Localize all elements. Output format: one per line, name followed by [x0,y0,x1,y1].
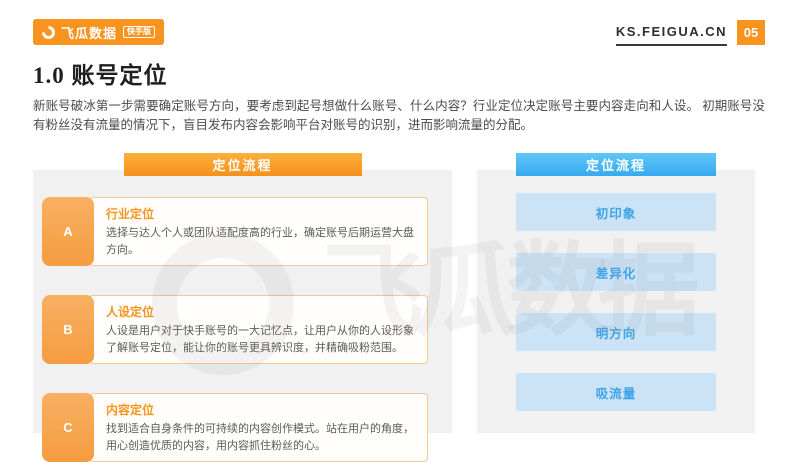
item-badge-c: C [42,393,94,462]
item-card-a: 行业定位 选择与达人个人或团队适配度高的行业，确定账号后期运营大盘方向。 [89,197,428,266]
right-panel-header: 定位流程 [516,153,716,176]
logo-brand-text: 飞瓜数据 [61,25,118,41]
left-panel-header: 定位流程 [123,153,362,176]
report-page: 飞瓜数据 快手版 KS.FEIGUA.CN 05 1.0 账号定位 新账号破冰第… [0,0,793,462]
section-title: 1.0 账号定位 [33,63,168,88]
process-item-b: B 人设定位 人设是用户对于快手账号的一大记忆点，让用户从你的人设形象了解账号定… [42,295,428,364]
item-badge-a: A [42,197,94,266]
step-clear-direction: 明方向 [516,313,716,351]
step-list: 初印象 差异化 明方向 吸流量 [516,193,716,411]
step-attract-traffic: 吸流量 [516,373,716,411]
item-title: 内容定位 [106,403,155,417]
step-first-impression: 初印象 [516,193,716,231]
item-card-b: 人设定位 人设是用户对于快手账号的一大记忆点，让用户从你的人设形象了解账号定位，… [89,295,428,364]
feigua-logo: 飞瓜数据 快手版 [33,19,165,45]
process-item-c: C 内容定位 找到适合自身条件的可持续的内容创作模式。站在用户的角度，用心创造优… [42,393,428,462]
page-number-badge: 05 [737,20,765,45]
positioning-steps-panel: 定位流程 初印象 差异化 明方向 吸流量 [477,153,755,433]
intro-paragraph: 新账号破冰第一步需要确定账号方向，要考虑到起号想做什么账号、什么内容？行业定位决… [33,99,765,133]
step-differentiation: 差异化 [516,253,716,291]
process-item-a: A 行业定位 选择与达人个人或团队适配度高的行业，确定账号后期运营大盘方向。 [42,197,428,266]
item-title: 行业定位 [106,207,155,221]
positioning-process-panel: 定位流程 A 行业定位 选择与达人个人或团队适配度高的行业，确定账号后期运营大盘… [33,153,452,462]
item-desc: 找到适合自身条件的可持续的内容创作模式。站在用户的角度，用心创造优质的内容，用内… [106,423,414,452]
site-url: KS.FEIGUA.CN [615,24,727,46]
feigua-swirl-icon [39,22,58,42]
item-badge-b: B [42,295,94,364]
logo-edition-badge: 快手版 [123,25,156,39]
item-title: 人设定位 [106,305,155,319]
item-desc: 人设是用户对于快手账号的一大记忆点，让用户从你的人设形象了解账号定位，能让你的账… [106,325,414,354]
item-card-c: 内容定位 找到适合自身条件的可持续的内容创作模式。站在用户的角度，用心创造优质的… [89,393,428,462]
process-list: A 行业定位 选择与达人个人或团队适配度高的行业，确定账号后期运营大盘方向。 B… [42,197,428,462]
item-desc: 选择与达人个人或团队适配度高的行业，确定账号后期运营大盘方向。 [106,227,414,256]
